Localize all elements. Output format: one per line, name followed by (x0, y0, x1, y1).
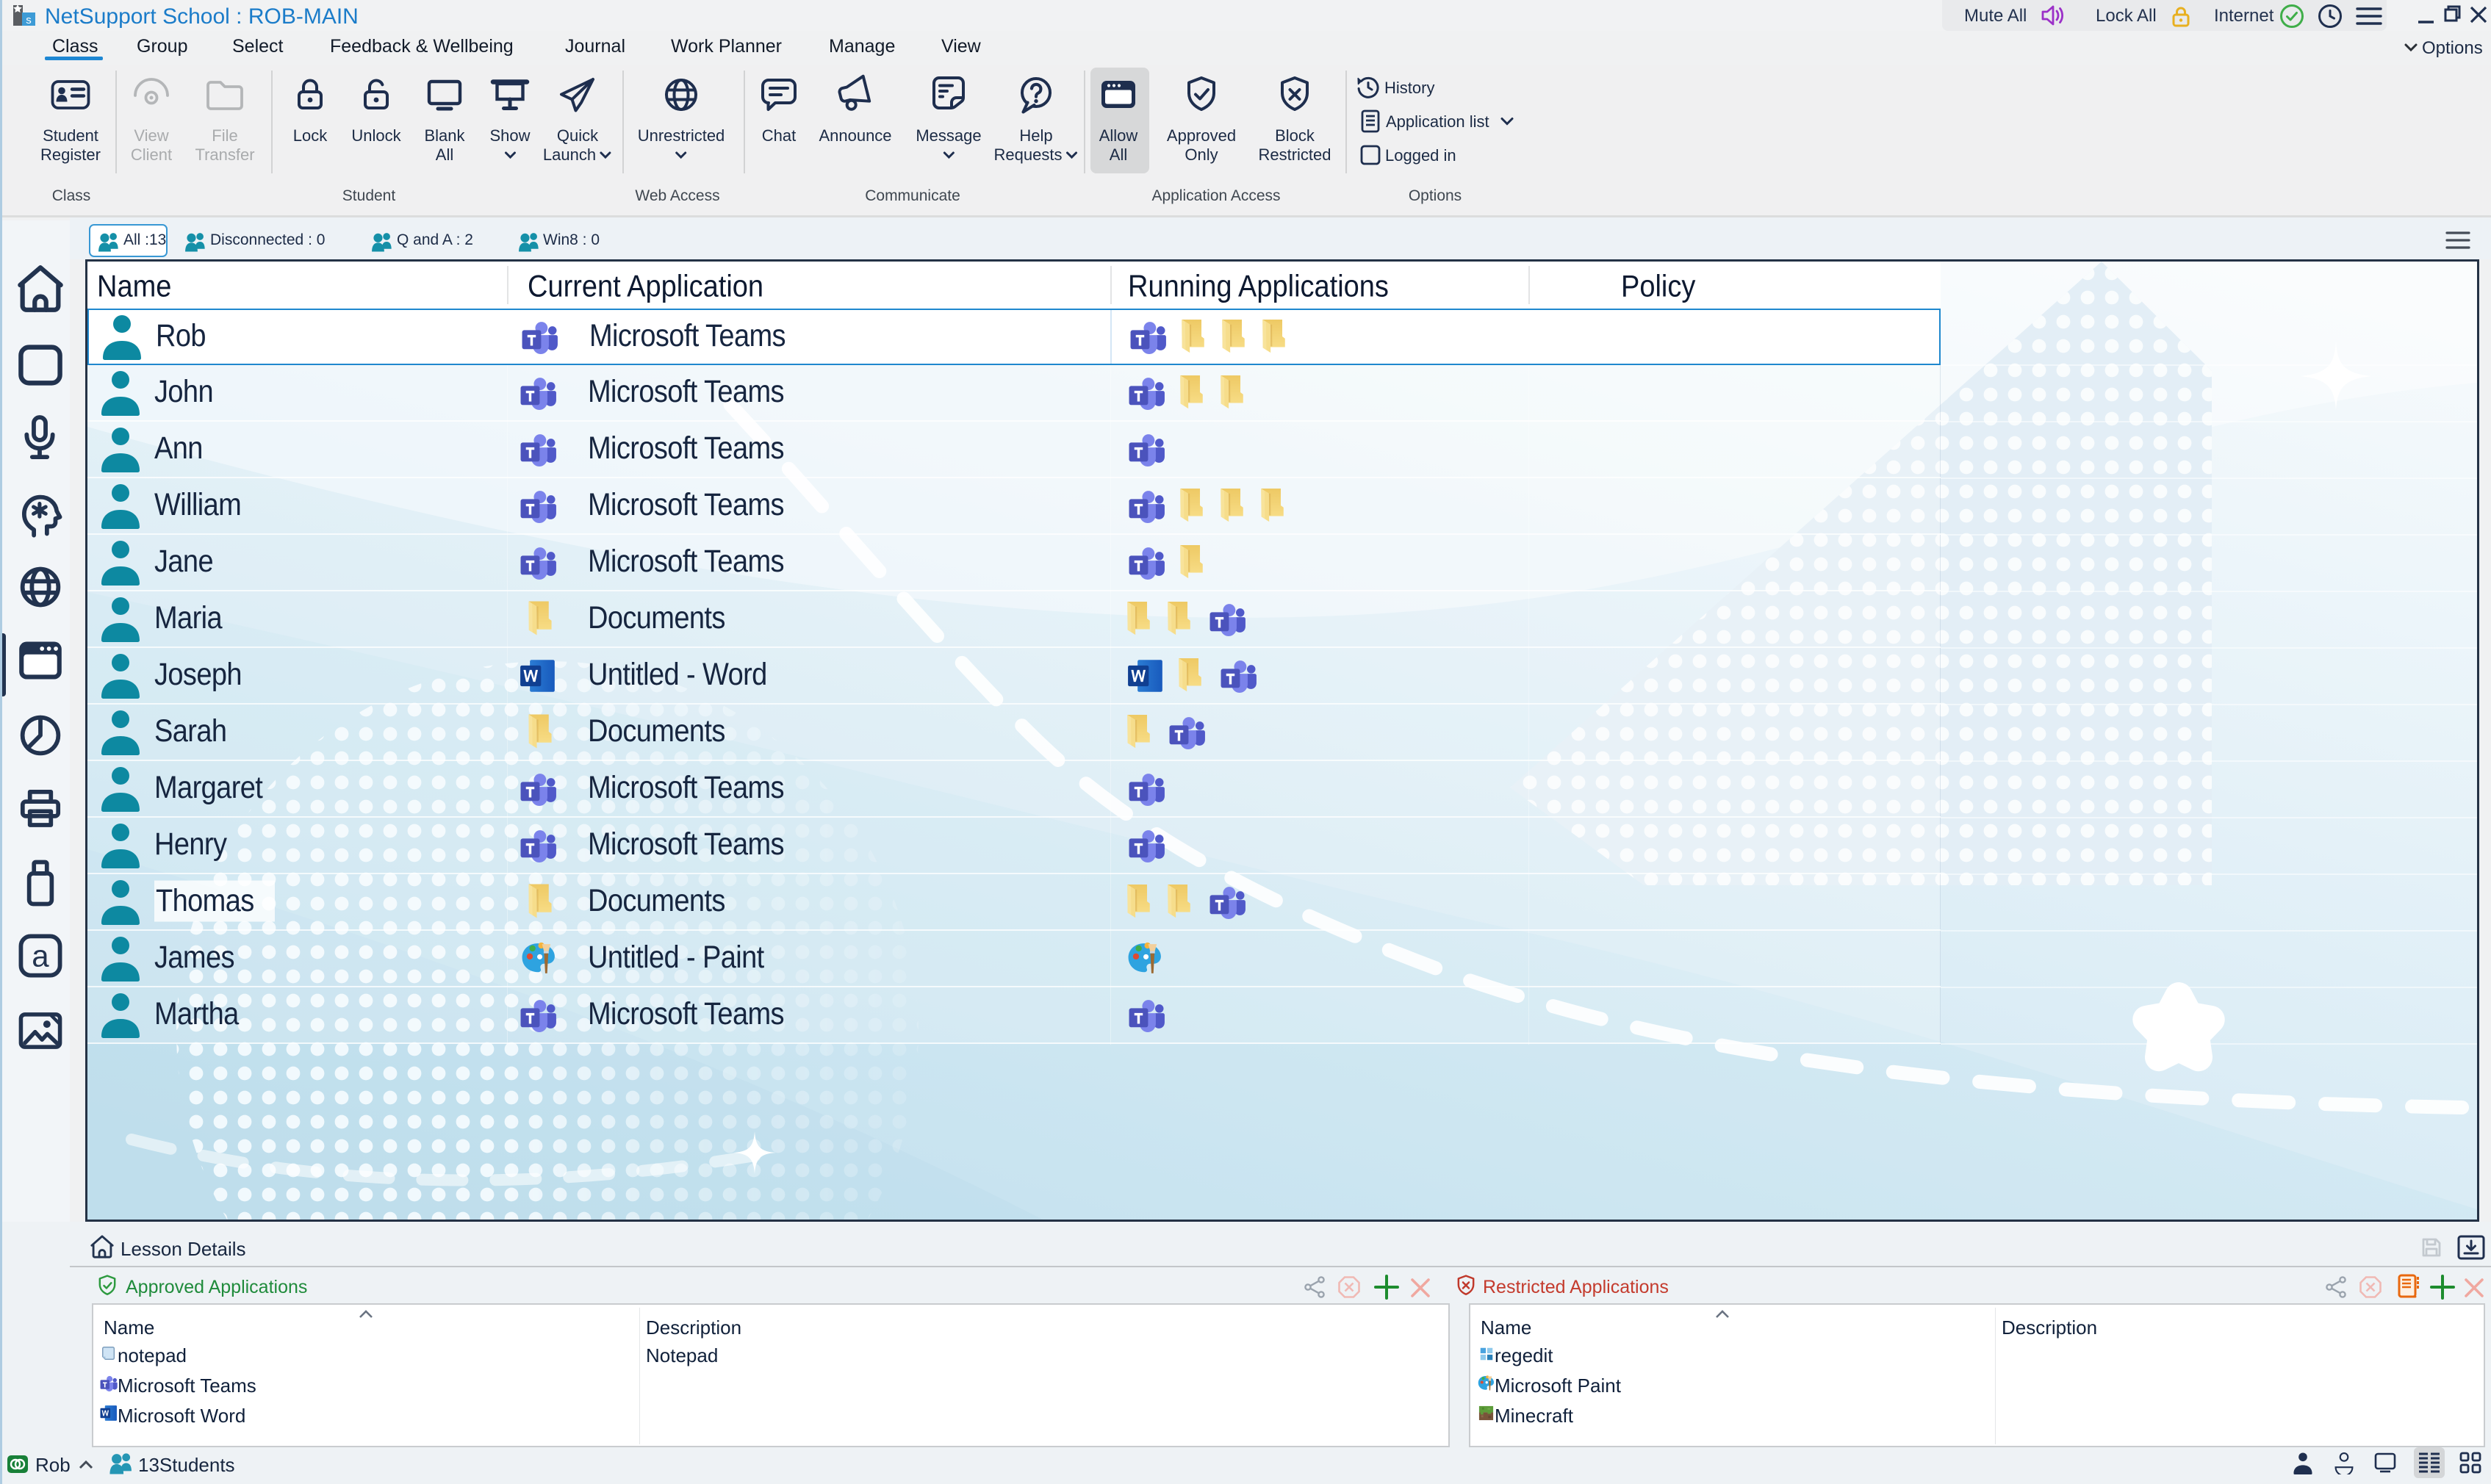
svg-text:s: s (26, 14, 32, 26)
svg-text:a: a (32, 938, 49, 973)
